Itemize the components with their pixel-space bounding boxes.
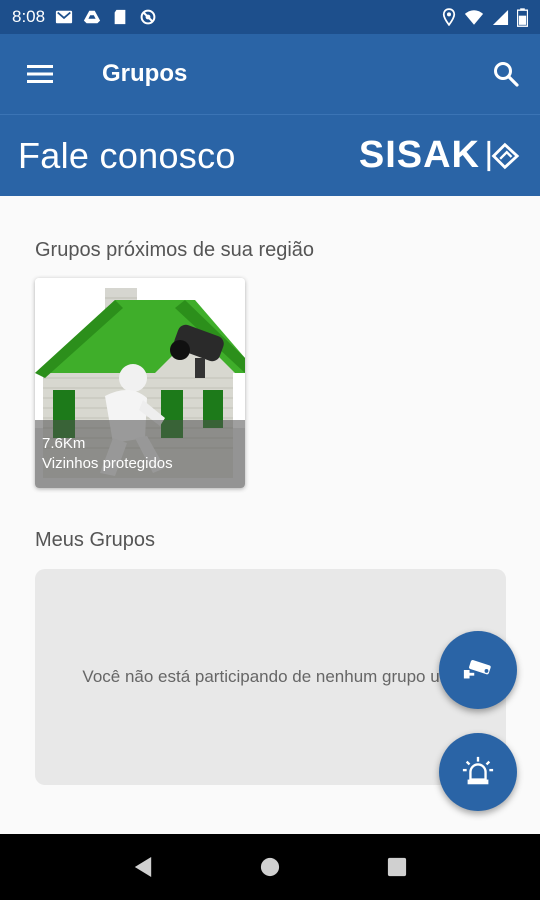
- status-left: 8:08: [12, 7, 157, 27]
- camera-fab-button[interactable]: [439, 631, 517, 709]
- card-overlay: 7.6Km Vizinhos protegidos: [35, 420, 245, 488]
- my-groups-title: Meus Grupos: [35, 529, 156, 551]
- gmail-icon: [55, 10, 73, 24]
- page-title: Grupos: [102, 60, 188, 87]
- app-bar: Grupos: [0, 34, 540, 114]
- recents-icon: [387, 857, 406, 877]
- group-distance: 7.6Km: [42, 435, 86, 452]
- nearby-groups-title: Grupos próximos de sua região: [35, 239, 315, 261]
- signal-icon: [492, 9, 509, 25]
- hamburger-menu-icon: [27, 65, 53, 83]
- location-icon: [442, 8, 456, 26]
- back-icon: [135, 857, 152, 877]
- back-button[interactable]: [123, 847, 163, 887]
- my-groups-empty-state: Você não está participando de nenhum gru…: [35, 569, 506, 785]
- blocked-icon: [140, 9, 156, 25]
- brand-logo: SISAK: [359, 134, 520, 177]
- drive-icon: [83, 10, 101, 24]
- menu-button[interactable]: [0, 34, 80, 114]
- status-right: [442, 7, 528, 27]
- group-name: Vizinhos protegidos: [42, 455, 173, 472]
- home-button[interactable]: [250, 847, 290, 887]
- search-button[interactable]: [472, 34, 540, 114]
- alarm-fab-button[interactable]: [439, 733, 517, 811]
- security-camera-icon: [463, 659, 491, 679]
- search-icon: [494, 62, 519, 87]
- recents-button[interactable]: [377, 847, 417, 887]
- brand-name: SISAK: [358, 134, 480, 176]
- empty-message: Você não está participando de nenhum gru…: [82, 667, 459, 686]
- contact-banner[interactable]: Fale conosco SISAK: [0, 114, 540, 196]
- battery-icon: [517, 7, 528, 27]
- siren-alarm-icon: [462, 756, 494, 785]
- status-bar: 8:08: [0, 0, 540, 34]
- home-icon: [260, 857, 280, 877]
- system-nav-bar: [0, 834, 540, 900]
- brand-shield-icon: [487, 140, 520, 171]
- sd-card-icon: [114, 9, 126, 25]
- status-time: 8:08: [12, 7, 46, 26]
- group-card[interactable]: 7.6Km Vizinhos protegidos: [35, 278, 245, 488]
- banner-text: Fale conosco: [18, 134, 236, 176]
- wifi-icon: [464, 9, 484, 25]
